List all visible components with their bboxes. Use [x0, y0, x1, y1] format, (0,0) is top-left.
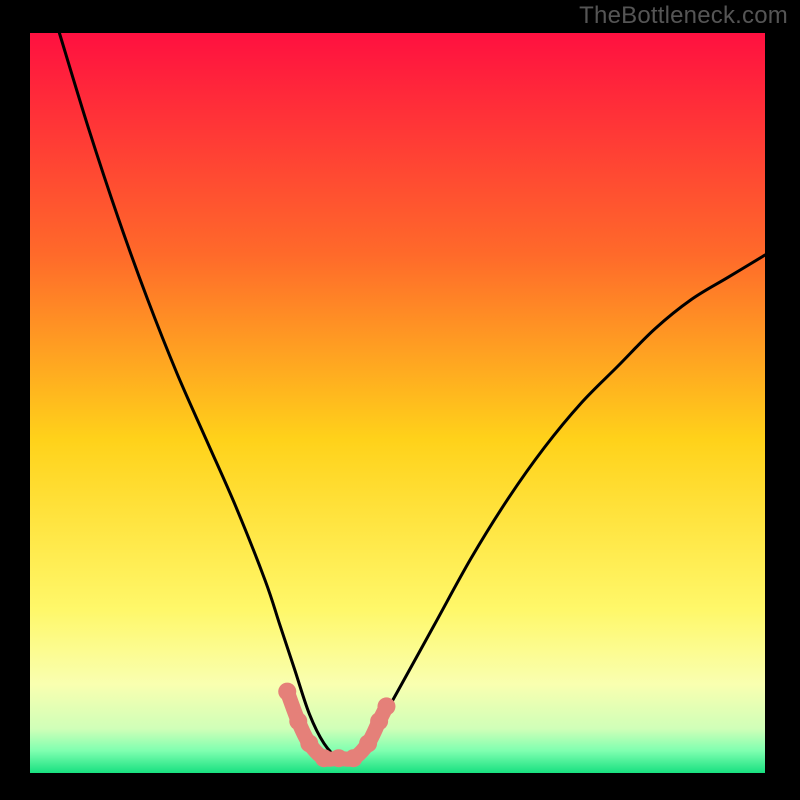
watermark-text: TheBottleneck.com [579, 2, 788, 30]
bottleneck-chart [0, 0, 800, 800]
optimal-marker-dot [377, 697, 395, 715]
optimal-marker-dot [344, 749, 362, 767]
optimal-marker-dot [359, 734, 377, 752]
optimal-marker-dot [300, 734, 318, 752]
optimal-marker-dot [289, 712, 307, 730]
optimal-marker-dot [278, 683, 296, 701]
chart-stage: TheBottleneck.com [0, 0, 800, 800]
plot-background [30, 33, 765, 773]
